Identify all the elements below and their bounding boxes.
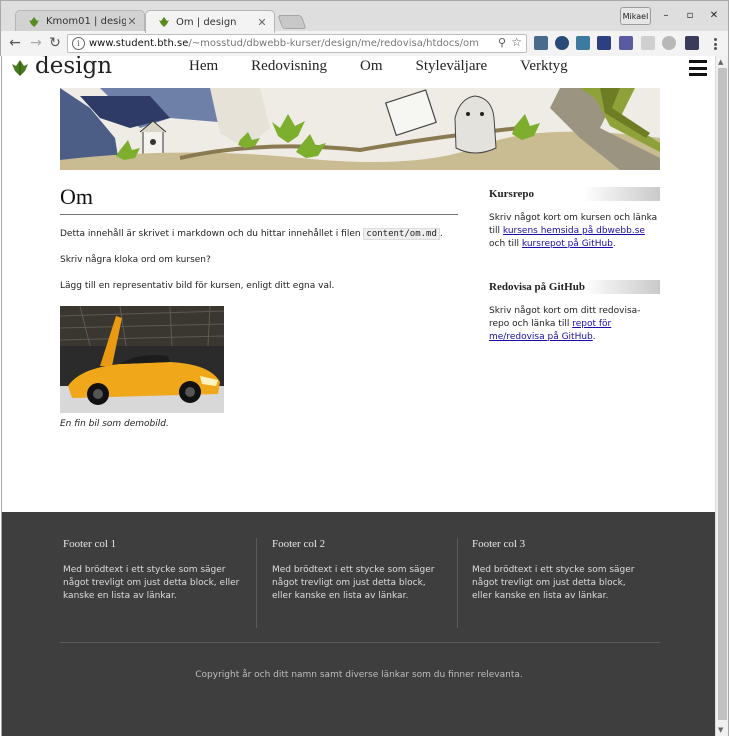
vertical-scrollbar[interactable]: ▲ ▼ bbox=[715, 56, 729, 736]
kursrepo-block: Kursrepo Skriv något kort om kursen och … bbox=[489, 187, 660, 251]
tab-om[interactable]: Om | design ✕ bbox=[145, 10, 275, 33]
footer-col-title: Footer col 3 bbox=[472, 538, 526, 550]
star-icon[interactable]: ☆ bbox=[511, 35, 522, 49]
page-viewport: design Hem Redovisning Om Styleväljare V… bbox=[1, 56, 715, 736]
terminal-extension-icon[interactable] bbox=[685, 36, 699, 50]
nav-item-redovisning[interactable]: Redovisning bbox=[251, 58, 327, 75]
maximize-icon[interactable]: ▫ bbox=[683, 8, 697, 22]
leaf-logo-icon[interactable] bbox=[10, 58, 30, 78]
site-title[interactable]: design bbox=[35, 56, 112, 79]
eyedropper-extension-icon[interactable] bbox=[534, 36, 548, 50]
nav-item-verktyg[interactable]: Verktyg bbox=[520, 58, 568, 75]
browser-window: Kmom01 | design ✕ Om | design ✕ Mikael –… bbox=[0, 0, 729, 57]
block-text: Skriv något kort om ditt redovisa-repo o… bbox=[489, 306, 641, 329]
shield-extension-icon[interactable] bbox=[597, 36, 611, 50]
car-photo bbox=[60, 306, 224, 413]
ghost-extension-icon[interactable] bbox=[555, 36, 569, 50]
main-content: Om Detta innehåll är skrivet i markdown … bbox=[60, 184, 458, 429]
para-text: Detta innehåll är skrivet i markdown och… bbox=[60, 229, 364, 239]
link-kursens-hemsida[interactable]: kursens hemsida på dbwebb.se bbox=[503, 226, 645, 236]
window-close-icon[interactable]: ✕ bbox=[707, 8, 721, 22]
block-text-github: Skriv något kort om ditt redovisa-repo o… bbox=[489, 305, 660, 344]
footer-col-title: Footer col 1 bbox=[63, 538, 117, 550]
footer-separator bbox=[60, 642, 660, 643]
para-text: . bbox=[439, 229, 443, 239]
block-text: . bbox=[612, 239, 616, 249]
footer-col-text: Med brödtext i ett stycke som säger någo… bbox=[272, 565, 435, 601]
nav-item-om[interactable]: Om bbox=[360, 58, 383, 75]
site-footer: Footer col 1 Med brödtext i ett stycke s… bbox=[2, 512, 715, 736]
image-caption: En fin bil som demobild. bbox=[60, 419, 169, 429]
page-title: Om bbox=[60, 184, 458, 215]
leaf-favicon-icon bbox=[29, 16, 39, 27]
car-image bbox=[60, 306, 224, 413]
tab-label: Om | design bbox=[176, 16, 237, 28]
block-text-kursrepo: Skriv något kort om kursen och länka til… bbox=[489, 212, 660, 251]
tab-kmom01[interactable]: Kmom01 | design ✕ bbox=[15, 10, 145, 32]
footer-divider bbox=[256, 538, 257, 628]
footer-col-3: Footer col 3 Med brödtext i ett stycke s… bbox=[472, 538, 647, 603]
reload-icon[interactable]: ↻ bbox=[46, 34, 64, 52]
search-extension-icon[interactable] bbox=[576, 36, 590, 50]
ie-extension-icon[interactable] bbox=[619, 36, 633, 50]
banner-illustration bbox=[60, 88, 660, 170]
image-hint-paragraph: Lägg till en representativ bild för kurs… bbox=[60, 281, 335, 291]
minimize-icon[interactable]: – bbox=[659, 8, 673, 22]
github-block: Redovisa på GitHub Skriv något kort om d… bbox=[489, 280, 660, 344]
url-host: www.student.bth.se bbox=[89, 38, 189, 49]
close-icon[interactable]: ✕ bbox=[126, 15, 138, 28]
leaf-favicon-icon bbox=[159, 17, 169, 27]
sidebar: Kursrepo Skriv något kort om kursen och … bbox=[489, 187, 660, 344]
scroll-down-icon[interactable]: ▼ bbox=[718, 726, 723, 734]
nav-item-stylevaljare[interactable]: Styleväljare bbox=[416, 58, 488, 75]
zoom-icon[interactable]: ⚲ bbox=[498, 36, 506, 49]
close-icon[interactable]: ✕ bbox=[256, 16, 268, 29]
scroll-up-icon[interactable]: ▲ bbox=[718, 58, 723, 66]
kebab-menu-icon[interactable] bbox=[710, 36, 720, 52]
main-navbar: Hem Redovisning Om Styleväljare Verktyg bbox=[189, 58, 601, 75]
block-title-github: Redovisa på GitHub bbox=[489, 280, 660, 294]
footer-divider bbox=[457, 538, 458, 628]
footer-col-title: Footer col 2 bbox=[272, 538, 326, 550]
intro-paragraph: Detta innehåll är skrivet i markdown och… bbox=[60, 228, 458, 241]
block-text: . bbox=[592, 332, 596, 342]
link-kursrepot-github[interactable]: kursrepot på GitHub bbox=[522, 239, 613, 249]
url-path: /~mosstud/dbwebb-kurser/design/me/redovi… bbox=[188, 38, 479, 49]
site-header: design Hem Redovisning Om Styleväljare V… bbox=[2, 56, 715, 88]
refresh-extension-icon[interactable] bbox=[662, 36, 676, 50]
block-text: och till bbox=[489, 239, 522, 249]
nav-item-hem[interactable]: Hem bbox=[189, 58, 218, 75]
footer-col-1: Footer col 1 Med brödtext i ett stycke s… bbox=[63, 538, 251, 603]
footer-col-text: Med brödtext i ett stycke som säger någo… bbox=[472, 565, 635, 601]
question-paragraph: Skriv några kloka ord om kursen? bbox=[60, 255, 211, 265]
tab-strip: Kmom01 | design ✕ Om | design ✕ Mikael –… bbox=[1, 1, 728, 33]
scrollbar-thumb[interactable] bbox=[718, 68, 727, 720]
info-icon[interactable]: i bbox=[72, 37, 85, 50]
footer-col-2: Footer col 2 Med brödtext i ett stycke s… bbox=[272, 538, 447, 603]
footer-col-text: Med brödtext i ett stycke som säger någo… bbox=[63, 565, 240, 601]
block-title-kursrepo: Kursrepo bbox=[489, 187, 660, 201]
new-tab-button[interactable] bbox=[277, 15, 307, 29]
pen-extension-icon[interactable] bbox=[641, 36, 655, 50]
tab-label: Kmom01 | design bbox=[46, 16, 126, 27]
header-banner-image bbox=[60, 88, 660, 170]
copyright-text: Copyright år och ditt namn samt diverse … bbox=[195, 670, 523, 680]
address-bar[interactable]: i www.student.bth.se/~mosstud/dbwebb-kur… bbox=[67, 34, 527, 53]
profile-button[interactable]: Mikael bbox=[620, 7, 651, 25]
hamburger-menu-icon[interactable] bbox=[689, 60, 707, 76]
forward-arrow-icon[interactable]: → bbox=[27, 34, 45, 52]
browser-toolbar: ← → ↻ i www.student.bth.se/~mosstud/dbwe… bbox=[1, 31, 728, 57]
back-arrow-icon[interactable]: ← bbox=[6, 34, 24, 52]
file-path-code: content/om.md bbox=[363, 228, 440, 240]
